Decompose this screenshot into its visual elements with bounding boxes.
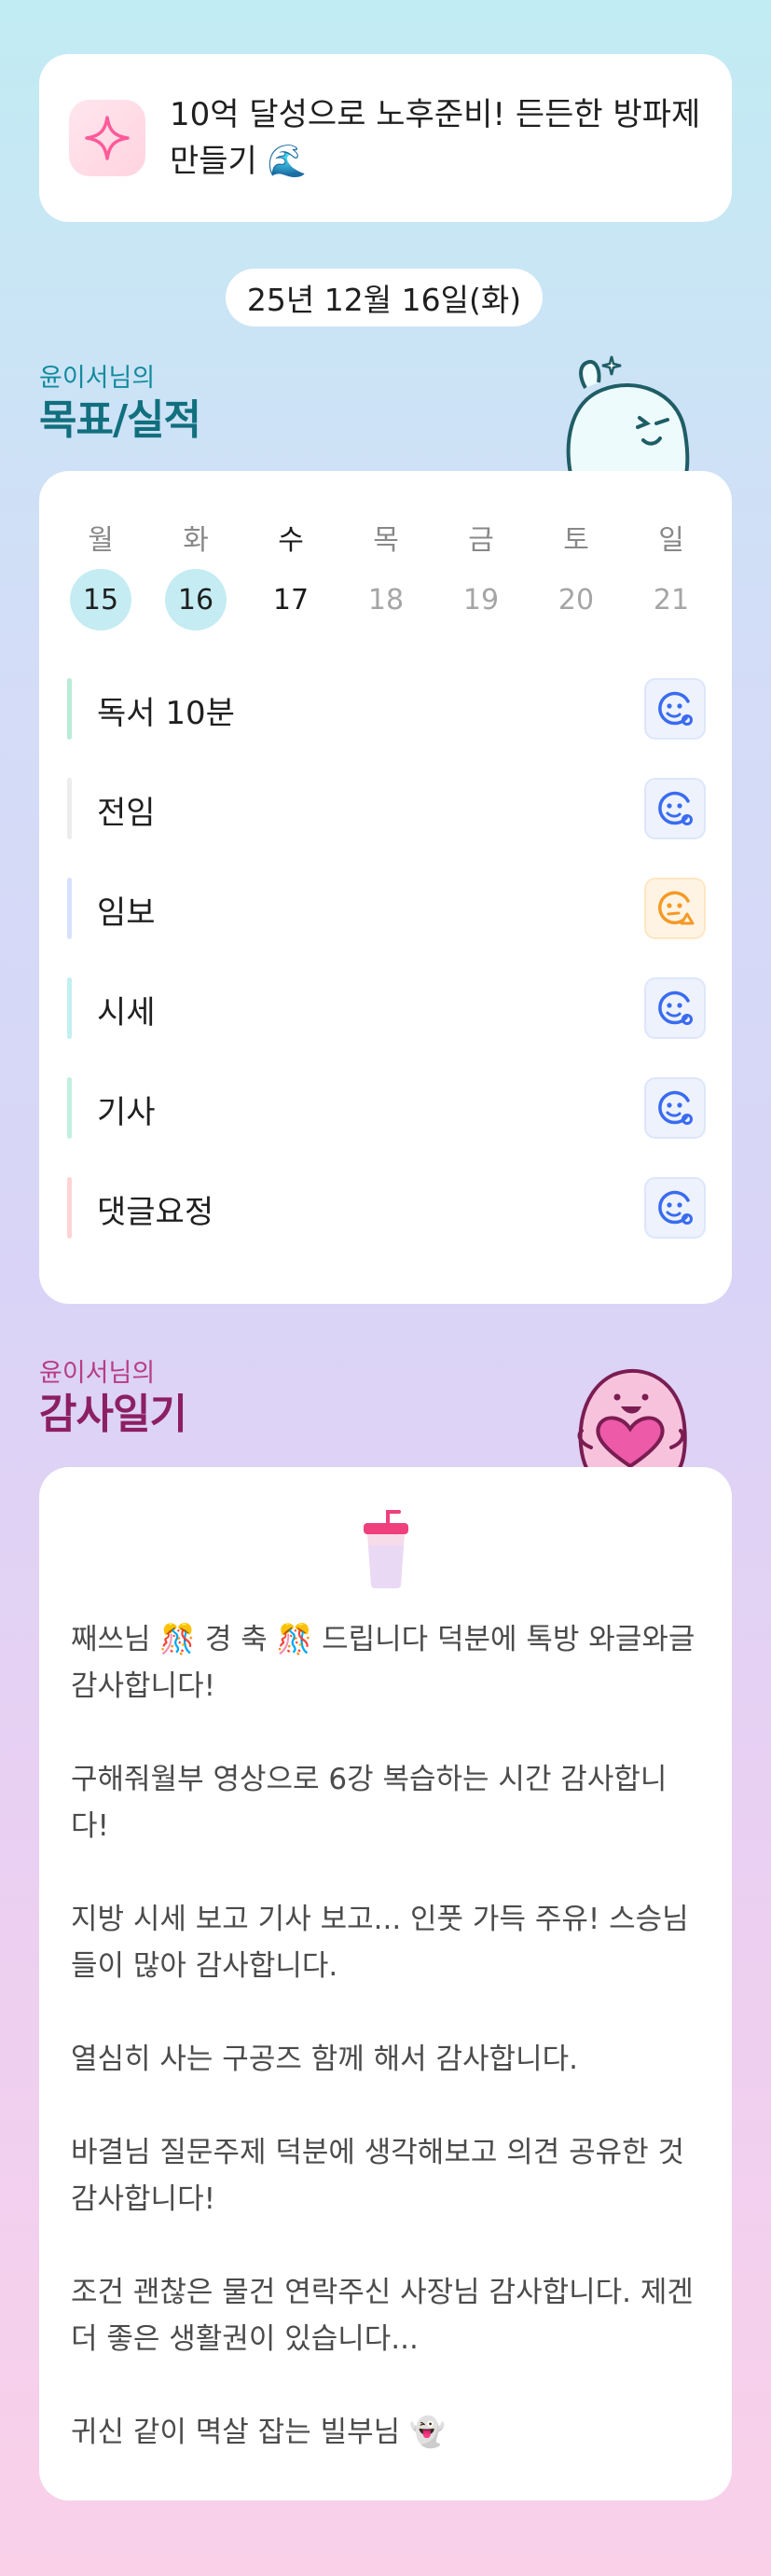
diary-entry: 조건 괜찮은 물건 연락주신 사장님 감사합니다. 제겐 더 좋은 생활권이 있… bbox=[71, 2276, 694, 2356]
diary-entry: 바결님 질문주제 덕분에 생각해보고 의견 공유한 것 감사합니다! bbox=[71, 2136, 685, 2216]
day-button[interactable]: 19 bbox=[450, 569, 512, 630]
weekday-label: 월 bbox=[88, 524, 114, 557]
task-row[interactable]: 임보 bbox=[67, 876, 706, 941]
task-label: 기사 bbox=[97, 1094, 156, 1131]
goals-card: 월 화 수 목 금 토 일 15 16 17 18 19 20 21 독서 10… bbox=[39, 471, 732, 1304]
smile-icon[interactable] bbox=[644, 977, 706, 1039]
task-label: 임보 bbox=[97, 894, 156, 932]
task-color-bar bbox=[67, 1077, 72, 1139]
goals-section-title: 목표/실적 bbox=[39, 396, 201, 444]
drink-cup-icon bbox=[364, 1510, 408, 1588]
day-button[interactable]: 16 bbox=[165, 569, 227, 630]
task-row[interactable]: 독서 10분 bbox=[67, 676, 706, 741]
date-row: 15 16 17 18 19 20 21 bbox=[39, 569, 732, 634]
weekday-label: 토 bbox=[563, 524, 589, 557]
waving-mascot-icon bbox=[566, 355, 690, 474]
day-button[interactable]: 21 bbox=[640, 569, 702, 630]
day-button[interactable]: 20 bbox=[545, 569, 607, 630]
task-color-bar bbox=[67, 678, 72, 740]
diary-entry: 구해줘월부 영상으로 6강 복습하는 시간 감사합니다! bbox=[71, 1763, 668, 1843]
weekday-label: 금 bbox=[468, 524, 494, 557]
smile-icon[interactable] bbox=[644, 678, 706, 740]
smile-icon[interactable] bbox=[644, 1177, 706, 1239]
weekday-label: 일 bbox=[658, 524, 684, 557]
weekday-row: 월 화 수 목 금 토 일 bbox=[39, 506, 732, 572]
task-label: 시세 bbox=[97, 994, 156, 1032]
task-color-bar bbox=[67, 1177, 72, 1239]
day-button[interactable]: 17 bbox=[260, 569, 322, 630]
task-color-bar bbox=[67, 977, 72, 1039]
diary-card: 째쓰님 🎊 경 축 🎊 드립니다 덕분에 톡방 와글와글 감사합니다! 구해줘월… bbox=[39, 1467, 732, 2500]
task-color-bar bbox=[67, 878, 72, 939]
diary-section-title: 감사일기 bbox=[39, 1391, 187, 1438]
diary-entry: 째쓰님 🎊 경 축 🎊 드립니다 덕분에 톡방 와글와글 감사합니다! bbox=[71, 1623, 695, 1703]
task-row[interactable]: 전임 bbox=[67, 776, 706, 841]
diary-entry: 열심히 사는 구공즈 함께 해서 감사합니다. bbox=[71, 2043, 578, 2076]
task-row[interactable]: 댓글요정 bbox=[67, 1175, 706, 1240]
goal-card[interactable]: 10억 달성으로 노후준비! 든든한 방파제 만들기 🌊 bbox=[39, 54, 732, 222]
task-label: 댓글요정 bbox=[97, 1194, 214, 1231]
heart-mascot-icon bbox=[577, 1368, 687, 1470]
task-row[interactable]: 시세 bbox=[67, 976, 706, 1041]
date-pill[interactable]: 25년 12월 16일(화) bbox=[226, 269, 543, 326]
diary-entry: 귀신 같이 멱살 잡는 빌부님 👻 bbox=[71, 2416, 446, 2449]
diary-entries: 째쓰님 🎊 경 축 🎊 드립니다 덕분에 톡방 와글와글 감사합니다! 구해줘월… bbox=[71, 1616, 701, 2502]
day-button[interactable]: 18 bbox=[355, 569, 417, 630]
weekday-label: 목 bbox=[373, 524, 399, 557]
task-color-bar bbox=[67, 778, 72, 839]
goal-line-2: 만들기 🌊 bbox=[170, 143, 307, 180]
task-row[interactable]: 기사 bbox=[67, 1075, 706, 1141]
weekday-label: 화 bbox=[183, 524, 209, 557]
diary-entry: 지방 시세 보고 기사 보고... 인풋 가득 주유! 스승님들이 많아 감사합… bbox=[71, 1903, 689, 1983]
smile-icon[interactable] bbox=[644, 1077, 706, 1139]
task-label: 전임 bbox=[97, 795, 156, 832]
weekday-label: 수 bbox=[278, 524, 304, 557]
smile-icon[interactable] bbox=[644, 778, 706, 839]
day-button[interactable]: 15 bbox=[70, 569, 131, 630]
task-label: 독서 10분 bbox=[97, 695, 235, 732]
sparkle-icon bbox=[69, 100, 145, 176]
meh-warning-icon[interactable] bbox=[644, 878, 706, 939]
goal-title: 10억 달성으로 노후준비! 든든한 방파제 만들기 🌊 bbox=[170, 91, 700, 185]
goal-line-1: 10억 달성으로 노후준비! 든든한 방파제 bbox=[170, 96, 701, 133]
